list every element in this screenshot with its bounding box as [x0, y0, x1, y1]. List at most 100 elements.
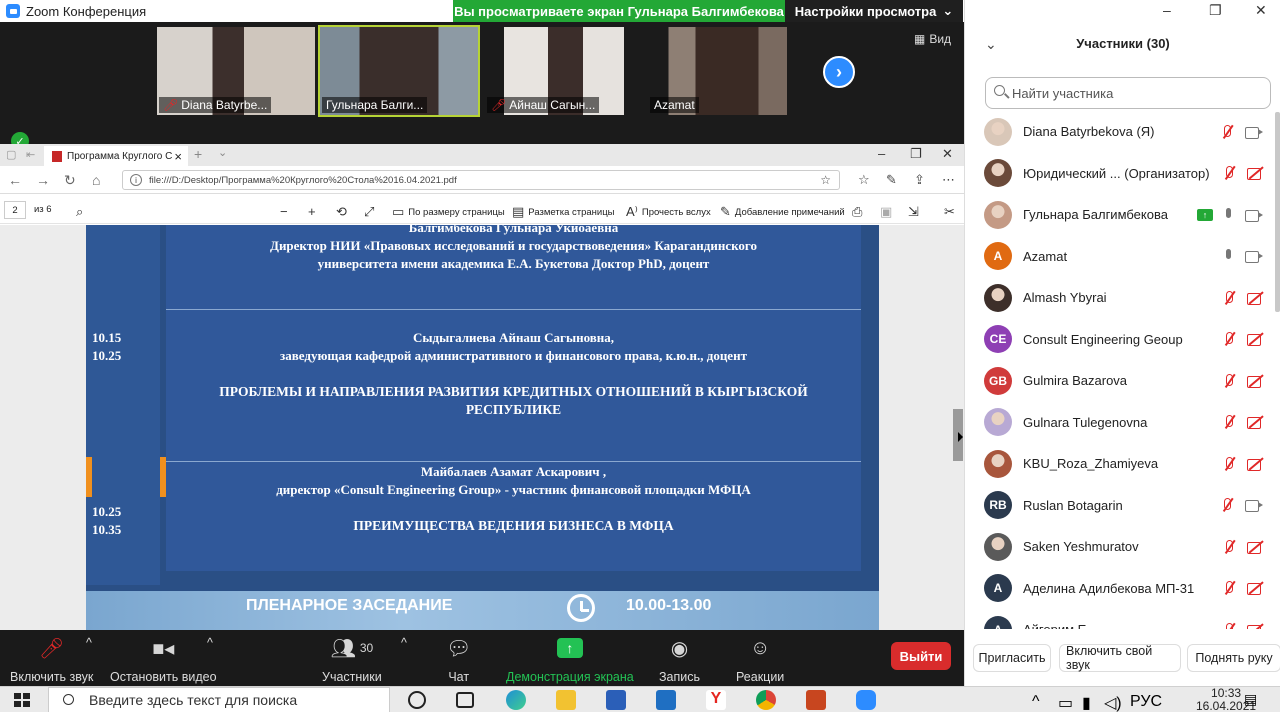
- reactions-button[interactable]: ☺ Реакции: [736, 636, 784, 685]
- participant-row[interactable]: A Айгерим Е...: [965, 609, 1280, 629]
- chrome-icon[interactable]: [756, 690, 776, 710]
- panel-scrollbar[interactable]: [1275, 112, 1280, 312]
- video-tile[interactable]: 🎤︎ Айнаш Сагын...: [483, 25, 645, 117]
- close-icon[interactable]: ✕: [942, 146, 953, 162]
- read-aloud-button[interactable]: A⁾ Прочесть вслух: [626, 204, 711, 220]
- page-number-input[interactable]: 2: [4, 201, 26, 219]
- maximize-icon[interactable]: ❐: [910, 146, 922, 162]
- tab-history-icon[interactable]: ⇤: [26, 148, 35, 161]
- tab-actions-icon[interactable]: ▢: [6, 148, 16, 161]
- browser-tab[interactable]: Программа Круглого С ×: [44, 146, 188, 166]
- share-icon[interactable]: ⇪: [914, 172, 925, 188]
- participant-row[interactable]: GB Gulmira Bazarova: [965, 360, 1280, 401]
- participant-search-input[interactable]: Найти участника: [985, 77, 1271, 109]
- raise-hand-button[interactable]: Поднять руку: [1187, 644, 1280, 672]
- stop-video-button[interactable]: ■◂ Остановить видео: [110, 636, 217, 685]
- maximize-icon[interactable]: ❐: [1209, 2, 1222, 19]
- more-icon[interactable]: ⋯: [942, 172, 955, 188]
- participant-row[interactable]: KBU_Roza_Zhamiyeva: [965, 443, 1280, 484]
- file-explorer-icon[interactable]: [556, 690, 576, 710]
- favorite-star-icon[interactable]: ☆: [820, 173, 831, 187]
- chat-button[interactable]: 💬︎ Чат: [446, 636, 471, 685]
- view-button[interactable]: ▦ Вид: [914, 32, 951, 46]
- zoom-out-icon[interactable]: −: [280, 204, 288, 219]
- next-page-button[interactable]: ›: [823, 56, 855, 88]
- unmute-me-button[interactable]: Включить свой звук: [1059, 644, 1181, 672]
- participant-row[interactable]: Гульнара Балгимбекова ↑: [965, 194, 1280, 235]
- chevron-up-icon[interactable]: ^: [86, 636, 92, 650]
- participant-row[interactable]: Almash Ybyrai: [965, 277, 1280, 318]
- participant-row[interactable]: Gulnara Tulegenovna: [965, 402, 1280, 443]
- participant-row[interactable]: Diana Batyrbekova (Я): [965, 111, 1280, 152]
- search-icon[interactable]: ⌕: [76, 204, 83, 220]
- pdf-viewer[interactable]: Балгимбекова Гульнара Укиоаевна Директор…: [0, 225, 964, 630]
- view-options-button[interactable]: Настройки просмотра ⌄: [785, 0, 963, 22]
- minimize-icon[interactable]: –: [1163, 2, 1171, 18]
- pdf-toolbar: 2 из 6 ⌕ − + ⟲ ⤢ ▭ По размеру страницы ▤ Р…: [0, 196, 964, 224]
- participants-button[interactable]: 👥︎ 30 Участники: [322, 636, 382, 685]
- new-tab-button[interactable]: +: [194, 146, 202, 162]
- save-as-icon[interactable]: ⇲: [908, 204, 919, 220]
- leave-button[interactable]: Выйти: [891, 642, 951, 670]
- tray-expand-icon[interactable]: ^: [1032, 693, 1040, 711]
- invite-button[interactable]: Пригласить: [973, 644, 1051, 672]
- minimize-icon[interactable]: –: [878, 146, 885, 161]
- notifications-icon[interactable]: ▤: [1244, 691, 1257, 708]
- pin-toolbar-icon[interactable]: ✂: [944, 204, 955, 220]
- refresh-icon[interactable]: ↻: [64, 172, 76, 189]
- avatar: [984, 117, 1012, 146]
- participant-row[interactable]: A Azamat: [965, 236, 1280, 277]
- video-off-icon: [1247, 291, 1263, 305]
- speaker-icon[interactable]: ◁): [1104, 693, 1122, 712]
- url-field[interactable]: i file:///D:/Desktop/Программа%20Круглог…: [122, 170, 840, 190]
- participant-row[interactable]: CE Consult Engineering Geoup: [965, 319, 1280, 360]
- participant-row[interactable]: Saken Yeshmuratov: [965, 526, 1280, 567]
- close-tab-icon[interactable]: ×: [174, 149, 182, 164]
- windows-start-icon[interactable]: [14, 693, 30, 707]
- mic-muted-icon: 🎤︎: [163, 98, 179, 112]
- fit-page-button[interactable]: ▭ По размеру страницы: [392, 204, 505, 220]
- cortana-icon[interactable]: [408, 691, 426, 709]
- page-layout-button[interactable]: ▤ Разметка страницы: [512, 204, 614, 220]
- mic-muted-icon: 🎤︎: [491, 98, 507, 112]
- pen-icon[interactable]: ✎: [886, 172, 897, 188]
- rotate-icon[interactable]: ⟲: [336, 204, 347, 220]
- print-icon[interactable]: ⎙: [852, 204, 862, 220]
- video-icon: [1245, 125, 1263, 139]
- participant-row[interactable]: A Аделина Адилбекова МП-31: [965, 568, 1280, 609]
- zoom-in-icon[interactable]: +: [308, 204, 316, 219]
- mail-icon[interactable]: [656, 690, 676, 710]
- edge-icon[interactable]: [506, 690, 526, 710]
- participants-icon: 👥︎: [330, 637, 356, 660]
- chevron-up-icon[interactable]: ^: [207, 636, 213, 650]
- unmute-button[interactable]: 🎤︎ Включить звук: [10, 636, 93, 685]
- video-tile-active-speaker[interactable]: Гульнара Балги...: [318, 25, 480, 117]
- back-icon[interactable]: ←: [8, 172, 22, 188]
- close-icon[interactable]: ✕: [1255, 2, 1267, 19]
- zoom-icon[interactable]: [856, 690, 876, 710]
- share-screen-button[interactable]: ↑ Демонстрация экрана: [506, 636, 634, 684]
- fullscreen-icon[interactable]: ⤢: [364, 204, 374, 220]
- yandex-browser-icon[interactable]: Y: [706, 690, 726, 710]
- chevron-up-icon[interactable]: ^: [401, 636, 407, 650]
- favorites-icon[interactable]: ☆: [858, 172, 870, 188]
- network-icon[interactable]: ▭: [1058, 693, 1073, 712]
- search-icon: [994, 85, 1005, 96]
- add-notes-button[interactable]: ✎ Добавление примечаний: [720, 204, 845, 220]
- video-tile[interactable]: 🎤︎ Diana Batyrbe...: [155, 25, 317, 117]
- volume-icon[interactable]: ▮: [1082, 693, 1091, 712]
- record-button[interactable]: ◉ Запись: [659, 636, 700, 685]
- participant-row[interactable]: RB Ruslan Botagarin: [965, 485, 1280, 526]
- whiteboard-icon[interactable]: [606, 690, 626, 710]
- save-icon[interactable]: ▣: [880, 204, 892, 220]
- language-indicator[interactable]: РУС: [1130, 693, 1162, 711]
- taskbar-search-input[interactable]: Введите здесь текст для поиска: [48, 687, 390, 712]
- powerpoint-icon[interactable]: [806, 690, 826, 710]
- panel-header: ⌄ Участники (30): [965, 36, 1280, 58]
- home-icon[interactable]: ⌂: [92, 172, 100, 188]
- task-view-icon[interactable]: [456, 692, 474, 708]
- chevron-down-icon[interactable]: ⌄: [218, 146, 227, 159]
- participant-row[interactable]: Юридический ... (Организатор): [965, 153, 1280, 194]
- video-tile[interactable]: Azamat: [646, 25, 808, 117]
- forward-icon[interactable]: →: [36, 172, 50, 188]
